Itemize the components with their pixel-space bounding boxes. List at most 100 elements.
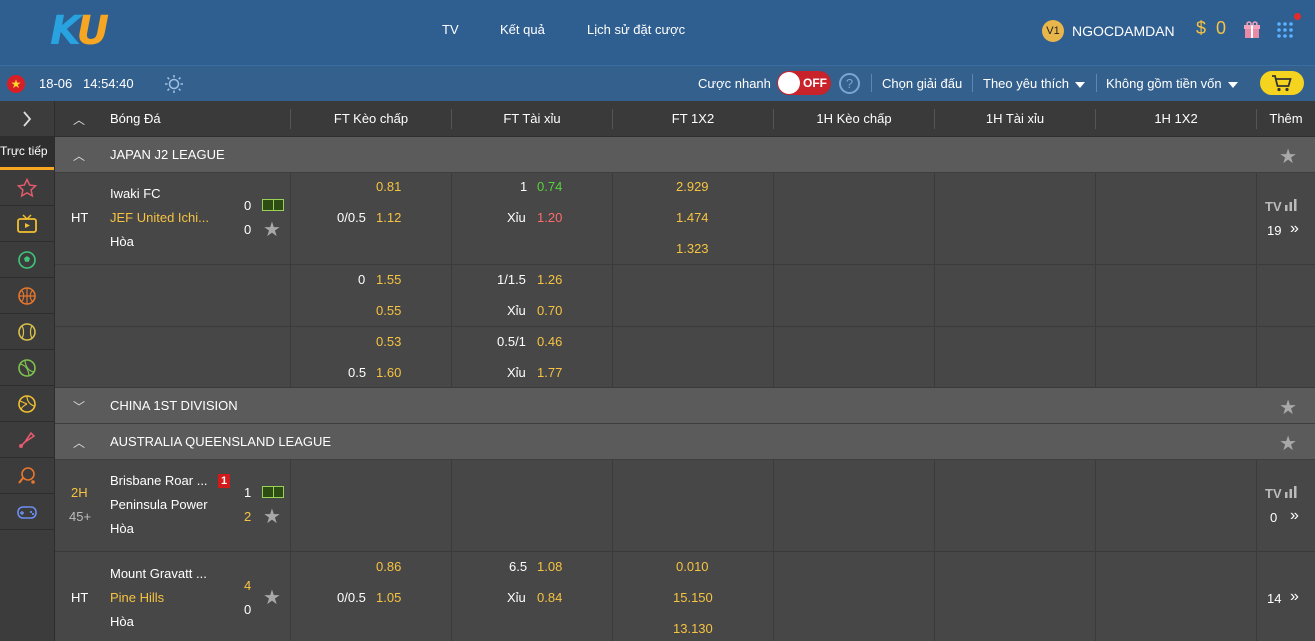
home-team[interactable]: Brisbane Roar ... xyxy=(110,473,208,488)
tv-stream-button[interactable]: TV xyxy=(1265,486,1297,501)
favorite-star-icon[interactable]: ★ xyxy=(263,504,281,529)
odds[interactable]: 1.08 xyxy=(537,559,562,574)
double-chevron-right-icon[interactable]: » xyxy=(1290,588,1299,606)
odds[interactable]: 2.929 xyxy=(676,179,709,194)
odds[interactable]: 13.130 xyxy=(673,621,713,636)
sidebar-item-tv[interactable] xyxy=(0,206,54,242)
tv-label: TV xyxy=(1265,486,1282,501)
hdp-line: 0/0.5 xyxy=(337,590,366,605)
favorite-star-icon[interactable]: ★ xyxy=(1279,144,1297,169)
away-score: 0 xyxy=(244,222,252,237)
bet-slip-button[interactable] xyxy=(1260,71,1304,95)
sort-label: Theo yêu thích xyxy=(983,76,1069,91)
sidebar-item-tennis[interactable] xyxy=(0,350,54,386)
league-header-japan[interactable]: ︿ JAPAN J2 LEAGUE ★ xyxy=(55,137,1315,173)
user-menu[interactable]: V1 NGOCDAMDAN xyxy=(1042,20,1175,42)
away-team[interactable]: JEF United Ichi... xyxy=(110,210,209,225)
odds[interactable]: 0.53 xyxy=(376,334,401,349)
chevron-up-icon[interactable]: ︿ xyxy=(73,147,85,164)
more-markets-count[interactable]: 19 xyxy=(1267,223,1281,238)
odds[interactable]: 0.81 xyxy=(376,179,401,194)
odds[interactable]: 1.05 xyxy=(376,590,401,605)
draw-label: Hòa xyxy=(110,521,134,536)
col-1h-1x2: 1H 1X2 xyxy=(1154,111,1198,126)
chevron-up-icon[interactable]: ︿ xyxy=(73,434,85,451)
sidebar-item-badminton[interactable] xyxy=(0,422,54,458)
odds[interactable]: 1.12 xyxy=(376,210,401,225)
under-label: Xỉu xyxy=(507,365,526,380)
collapse-all-icon[interactable]: ︿ xyxy=(73,111,85,128)
tv-stream-button[interactable]: TV xyxy=(1265,199,1297,214)
odds[interactable]: 0.86 xyxy=(376,559,401,574)
divider xyxy=(871,74,872,92)
odds[interactable]: 0.55 xyxy=(376,303,401,318)
live-pitch-icon[interactable] xyxy=(262,486,284,498)
toggle-knob xyxy=(778,72,800,94)
divider xyxy=(773,552,774,641)
odds[interactable]: 0.74 xyxy=(537,179,562,194)
live-tab[interactable]: Trực tiếp xyxy=(0,137,54,170)
expand-sidebar-button[interactable] xyxy=(0,101,54,137)
more-markets-count[interactable]: 14 xyxy=(1267,591,1281,606)
quick-bet-toggle[interactable]: OFF xyxy=(777,71,831,95)
league-header-australia[interactable]: ︿ AUSTRALIA QUEENSLAND LEAGUE ★ xyxy=(55,424,1315,460)
chevron-down-icon[interactable]: ﹀ xyxy=(73,398,85,415)
help-icon[interactable]: ? xyxy=(839,73,860,94)
odds[interactable]: 1.20 xyxy=(537,210,562,225)
sidebar-item-baseball[interactable] xyxy=(0,314,54,350)
odds[interactable]: 1.26 xyxy=(537,272,562,287)
odds-table-header: ︿ Bóng Đá FT Kèo chấp FT Tài xỉu FT 1X2 … xyxy=(55,101,1315,137)
nav-tv[interactable]: TV xyxy=(442,22,459,37)
nav-results[interactable]: Kết quả xyxy=(500,22,545,37)
favorite-star-icon[interactable]: ★ xyxy=(1279,431,1297,456)
sport-sidebar: Trực tiếp xyxy=(0,101,55,641)
odds[interactable]: 1.474 xyxy=(676,210,709,225)
away-team[interactable]: Pine Hills xyxy=(110,590,164,605)
more-markets-count[interactable]: 0 xyxy=(1270,510,1277,525)
away-team[interactable]: Peninsula Power xyxy=(110,497,208,512)
ku-logo[interactable]: KU xyxy=(50,8,109,54)
col-ft-over-under: FT Tài xỉu xyxy=(503,111,561,126)
choose-league-button[interactable]: Chọn giải đấu xyxy=(882,76,962,91)
sidebar-item-volleyball[interactable] xyxy=(0,386,54,422)
brightness-icon[interactable] xyxy=(164,74,184,94)
sidebar-item-favorites[interactable] xyxy=(0,170,54,206)
favorite-star-icon[interactable]: ★ xyxy=(1279,395,1297,420)
balance[interactable]: $ 0 xyxy=(1196,18,1226,39)
odds[interactable]: 0.010 xyxy=(676,559,709,574)
vietnam-flag-icon[interactable]: ★ xyxy=(7,75,25,93)
odds[interactable]: 1.55 xyxy=(376,272,401,287)
sidebar-item-soccer[interactable] xyxy=(0,242,54,278)
home-team[interactable]: Iwaki FC xyxy=(110,186,161,201)
apps-grid-icon[interactable] xyxy=(1276,21,1294,39)
volleyball-icon xyxy=(18,394,36,413)
league-header-china[interactable]: ﹀ CHINA 1ST DIVISION ★ xyxy=(55,388,1315,424)
odds[interactable]: 15.150 xyxy=(673,590,713,605)
favorite-star-icon[interactable]: ★ xyxy=(263,585,281,610)
odds[interactable]: 0.46 xyxy=(537,334,562,349)
double-chevron-right-icon[interactable]: » xyxy=(1290,507,1299,525)
stats-bars-icon xyxy=(1285,199,1297,211)
home-team[interactable]: Mount Gravatt ... xyxy=(110,566,207,581)
sidebar-item-esports[interactable] xyxy=(0,494,54,530)
odds[interactable]: 0.84 xyxy=(537,590,562,605)
gift-icon[interactable] xyxy=(1243,21,1261,39)
odds[interactable]: 1.77 xyxy=(537,365,562,380)
draw-label: Hòa xyxy=(110,614,134,629)
odds[interactable]: 0.70 xyxy=(537,303,562,318)
sidebar-item-table-tennis[interactable] xyxy=(0,458,54,494)
double-chevron-right-icon[interactable]: » xyxy=(1290,220,1299,238)
live-pitch-icon[interactable] xyxy=(262,199,284,211)
odds[interactable]: 1.60 xyxy=(376,365,401,380)
favorite-star-icon[interactable]: ★ xyxy=(263,217,281,242)
divider xyxy=(1095,173,1096,388)
col-more: Thêm xyxy=(1269,111,1303,126)
hdp-line: 0.5 xyxy=(348,365,367,380)
sidebar-item-basketball[interactable] xyxy=(0,278,54,314)
sort-dropdown[interactable]: Theo yêu thích xyxy=(983,76,1085,91)
nav-bet-history[interactable]: Lịch sử đặt cược xyxy=(587,22,685,37)
odds[interactable]: 1.323 xyxy=(676,241,709,256)
ou-line: 0.5/1 xyxy=(497,334,526,349)
odds-type-dropdown[interactable]: Không gồm tiền vốn xyxy=(1106,76,1238,91)
draw-label: Hòa xyxy=(110,234,134,249)
